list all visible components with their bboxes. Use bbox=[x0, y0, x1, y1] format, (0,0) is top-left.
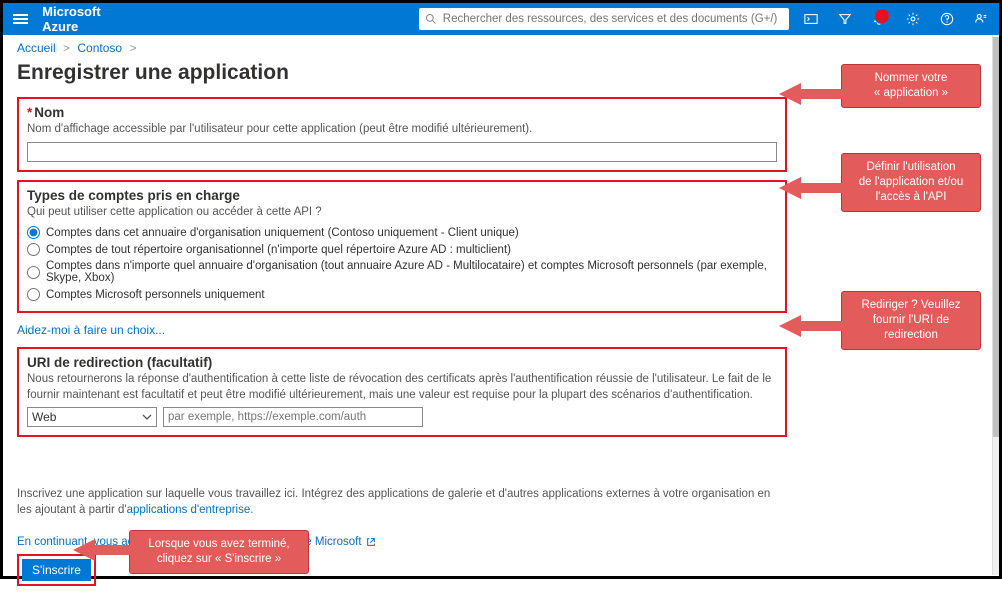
cloud-shell-icon[interactable] bbox=[803, 11, 819, 27]
register-button[interactable]: S'inscrire bbox=[22, 559, 91, 581]
notifications-icon[interactable] bbox=[871, 11, 887, 27]
redirect-uri-section: URI de redirection (facultatif) Nous ret… bbox=[17, 347, 787, 437]
account-types-label: Types de comptes pris en charge bbox=[27, 188, 777, 203]
feedback-icon[interactable] bbox=[973, 11, 989, 27]
chevron-right-icon: > bbox=[63, 41, 70, 55]
search-icon bbox=[425, 13, 437, 25]
app-name-input[interactable] bbox=[27, 142, 777, 162]
help-choose-link[interactable]: Aidez-moi à faire un choix... bbox=[17, 323, 165, 337]
callout-redirect: Rediriger ? Veuillezfournir l'URI deredi… bbox=[841, 291, 981, 350]
top-navbar: Microsoft Azure bbox=[3, 3, 999, 35]
help-icon[interactable] bbox=[939, 11, 955, 27]
enterprise-apps-link[interactable]: applications d'entreprise bbox=[127, 504, 251, 516]
chevron-right-icon: > bbox=[129, 41, 136, 55]
gallery-note: Inscrivez une application sur laquelle v… bbox=[17, 487, 787, 518]
hamburger-icon[interactable] bbox=[13, 14, 28, 24]
name-section: *Nom Nom d'affichage accessible par l'ut… bbox=[17, 97, 787, 172]
radio-icon[interactable] bbox=[27, 288, 40, 301]
account-types-section: Types de comptes pris en charge Qui peut… bbox=[17, 180, 787, 314]
radio-icon[interactable] bbox=[27, 243, 40, 256]
account-types-question: Qui peut utiliser cette application ou a… bbox=[27, 205, 777, 221]
breadcrumb: Accueil > Contoso > bbox=[17, 35, 985, 59]
scrollbar-thumb[interactable] bbox=[993, 37, 999, 437]
callout-name: Nommer votre« application » bbox=[841, 64, 981, 108]
scrollbar[interactable] bbox=[992, 35, 999, 575]
name-desc: Nom d'affichage accessible par l'utilisa… bbox=[27, 122, 777, 138]
redirect-label: URI de redirection (facultatif) bbox=[27, 355, 777, 370]
search-input[interactable] bbox=[443, 13, 783, 25]
account-option-any-org[interactable]: Comptes de tout répertoire organisationn… bbox=[27, 241, 777, 258]
page-title: Enregistrer une application bbox=[17, 61, 985, 85]
callout-accounts: Définir l'utilisationde l'application et… bbox=[841, 153, 981, 212]
topbar-icons bbox=[803, 11, 989, 27]
external-link-icon bbox=[366, 537, 376, 547]
account-option-personal-only[interactable]: Comptes Microsoft personnels uniquement bbox=[27, 286, 777, 303]
platform-select[interactable]: Web bbox=[27, 407, 157, 427]
account-option-any-org-personal[interactable]: Comptes dans n'importe quel annuaire d'o… bbox=[27, 258, 777, 286]
redirect-desc: Nous retournerons la réponse d'authentif… bbox=[27, 372, 777, 403]
page-content: Accueil > Contoso > Enregistrer une appl… bbox=[3, 35, 999, 596]
chevron-down-icon bbox=[142, 412, 152, 422]
account-option-single-tenant[interactable]: Comptes dans cet annuaire d'organisation… bbox=[27, 224, 777, 241]
redirect-uri-input[interactable] bbox=[163, 407, 423, 427]
breadcrumb-home[interactable]: Accueil bbox=[17, 41, 56, 55]
name-label: *Nom bbox=[27, 105, 777, 120]
radio-icon[interactable] bbox=[27, 226, 40, 239]
filter-icon[interactable] bbox=[837, 11, 853, 27]
settings-icon[interactable] bbox=[905, 11, 921, 27]
brand-label: Microsoft Azure bbox=[42, 4, 135, 34]
callout-register: Lorsque vous avez terminé,cliquez sur « … bbox=[129, 530, 309, 574]
radio-icon[interactable] bbox=[27, 266, 40, 279]
breadcrumb-org[interactable]: Contoso bbox=[77, 41, 122, 55]
global-search[interactable] bbox=[419, 8, 789, 30]
